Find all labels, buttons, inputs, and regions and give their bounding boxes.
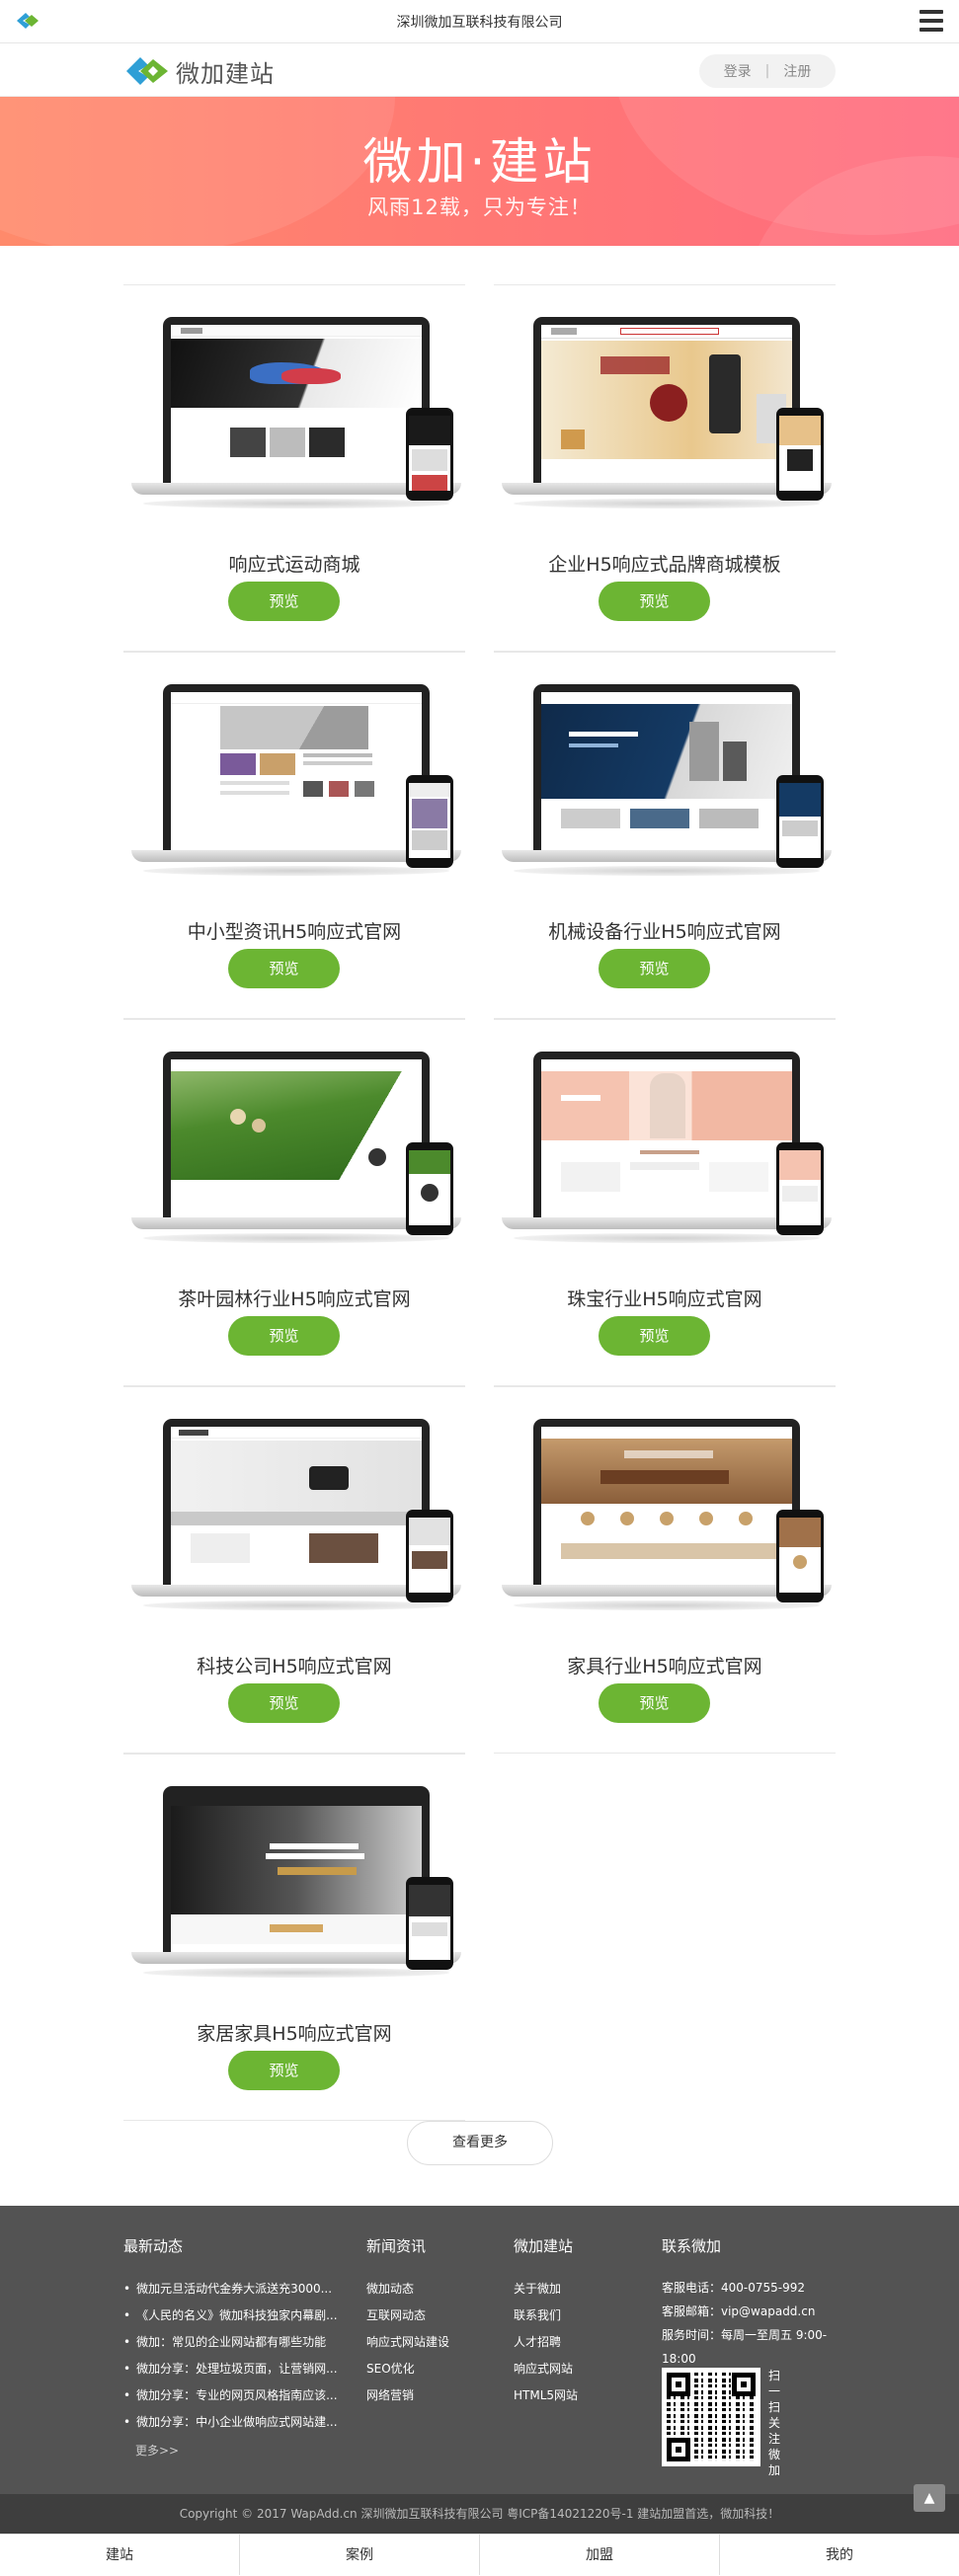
nav-cases[interactable]: 案例 — [240, 2535, 480, 2575]
news-link[interactable]: 《人民的名义》微加科技独家内幕剧... — [123, 2303, 337, 2329]
template-card: 茶叶园林行业H5响应式官网 预览 — [123, 1019, 465, 1386]
footer-weijia-heading: 微加建站 — [514, 2237, 574, 2255]
template-preview-image[interactable] — [123, 317, 465, 534]
footer-news-heading: 最新动态 — [123, 2237, 184, 2255]
nav-build[interactable]: 建站 — [0, 2535, 240, 2575]
contact-phone: 客服电话：400-0755-992 — [662, 2281, 806, 2295]
template-preview-image[interactable] — [494, 317, 836, 534]
news-link[interactable]: 微加分享：处理垃圾页面，让营销网... — [123, 2356, 337, 2382]
preview-button[interactable]: 预览 — [228, 2051, 340, 2090]
preview-button[interactable]: 预览 — [599, 582, 710, 621]
qr-code-icon — [662, 2368, 760, 2466]
template-card: 机械设备行业H5响应式官网 预览 — [494, 652, 836, 1019]
info-link[interactable]: SEO优化 — [366, 2356, 449, 2382]
template-preview-image[interactable] — [494, 1419, 836, 1636]
footer: 最新动态 微加元旦活动代金券大派送充3000... 《人民的名义》微加科技独家内… — [0, 2206, 959, 2494]
qr-label: 扫一扫关注微加 — [768, 2369, 781, 2477]
nav-mine[interactable]: 我的 — [720, 2535, 959, 2575]
bottom-nav: 建站 案例 加盟 我的 — [0, 2534, 959, 2575]
logo-text: 微加建站 — [176, 59, 275, 88]
copyright: Copyright © 2017 WapAdd.cn 深圳微加互联科技有限公司 … — [0, 2494, 959, 2534]
top-bar: 深圳微加互联科技有限公司 — [0, 0, 959, 43]
logo-mark-icon — [126, 57, 168, 85]
info-link[interactable]: 互联网动态 — [366, 2303, 449, 2329]
contact-email: 客服邮箱：vip@wapadd.cn — [662, 2304, 816, 2318]
weijia-link[interactable]: HTML5网站 — [514, 2382, 578, 2409]
menu-icon[interactable] — [919, 10, 943, 32]
template-title: 珠宝行业H5响应式官网 — [567, 1288, 762, 1310]
header: 微加建站 登录 | 注册 — [0, 44, 959, 97]
preview-button[interactable]: 预览 — [228, 582, 340, 621]
weijia-link[interactable]: 联系我们 — [514, 2303, 578, 2329]
info-link[interactable]: 微加动态 — [366, 2276, 449, 2303]
news-link[interactable]: 微加分享：专业的网页风格指南应该... — [123, 2382, 337, 2409]
contact-hours: 服务时间：每周一至周五 9:00-18:00 — [662, 2328, 828, 2366]
template-title: 家居家具H5响应式官网 — [197, 2023, 392, 2045]
news-link[interactable]: 微加：常见的企业网站都有哪些功能 — [123, 2329, 338, 2356]
template-title: 响应式运动商城 — [228, 554, 360, 576]
template-title: 机械设备行业H5响应式官网 — [548, 921, 781, 943]
template-title: 茶叶园林行业H5响应式官网 — [178, 1288, 411, 1310]
footer-contact-heading: 联系微加 — [662, 2237, 722, 2255]
news-link[interactable]: 微加分享：中小企业做响应式网站建... — [123, 2409, 337, 2436]
template-title: 企业H5响应式品牌商城模板 — [548, 554, 781, 576]
footer-contact: 联系微加 客服电话：400-0755-992 客服邮箱：vip@wapadd.c… — [662, 2235, 830, 2371]
template-title: 家具行业H5响应式官网 — [567, 1656, 762, 1678]
template-preview-image[interactable] — [123, 684, 465, 901]
preview-button[interactable]: 预览 — [599, 949, 710, 988]
view-more-button[interactable]: 查看更多 — [407, 2121, 553, 2165]
preview-button[interactable]: 预览 — [228, 949, 340, 988]
template-card: 科技公司H5响应式官网 预览 — [123, 1386, 465, 1754]
weijia-link[interactable]: 响应式网站 — [514, 2356, 578, 2382]
template-preview-image[interactable] — [494, 1052, 836, 1269]
preview-button[interactable]: 预览 — [599, 1316, 710, 1356]
arrow-up-icon[interactable]: ▲ — [914, 2484, 945, 2512]
footer-info: 新闻资讯 微加动态 互联网动态 响应式网站建设 SEO优化 网络营销 — [366, 2235, 449, 2409]
template-card: 家居家具H5响应式官网 预览 — [123, 1754, 465, 2121]
preview-button[interactable]: 预览 — [228, 1683, 340, 1723]
template-preview-image[interactable] — [123, 1786, 465, 2003]
template-card: 珠宝行业H5响应式官网 预览 — [494, 1019, 836, 1386]
template-preview-image[interactable] — [123, 1419, 465, 1636]
news-more-link[interactable]: 更多>> — [123, 2436, 338, 2465]
register-link[interactable]: 注册 — [783, 61, 811, 81]
footer-weijia: 微加建站 关于微加 联系我们 人才招聘 响应式网站 HTML5网站 — [514, 2235, 578, 2409]
template-card: 响应式运动商城 预览 — [123, 284, 465, 652]
template-card: 企业H5响应式品牌商城模板 预览 — [494, 284, 836, 652]
template-card: 家具行业H5响应式官网 预览 — [494, 1386, 836, 1754]
auth-separator: | — [764, 63, 770, 79]
hero-banner: 微加·建站 风雨12载，只为专注！ — [0, 97, 959, 246]
logo[interactable]: 微加建站 — [124, 52, 275, 90]
login-link[interactable]: 登录 — [724, 61, 752, 81]
template-title: 科技公司H5响应式官网 — [197, 1656, 392, 1678]
preview-button[interactable]: 预览 — [599, 1683, 710, 1723]
nav-join[interactable]: 加盟 — [480, 2535, 720, 2575]
template-preview-image[interactable] — [494, 684, 836, 901]
footer-info-heading: 新闻资讯 — [366, 2237, 427, 2255]
template-title: 中小型资讯H5响应式官网 — [187, 921, 402, 943]
info-link[interactable]: 网络营销 — [366, 2382, 449, 2409]
template-preview-image[interactable] — [123, 1052, 465, 1269]
template-card: 中小型资讯H5响应式官网 预览 — [123, 652, 465, 1019]
weijia-link[interactable]: 关于微加 — [514, 2276, 578, 2303]
auth-group: 登录 | 注册 — [699, 54, 836, 88]
preview-button[interactable]: 预览 — [228, 1316, 340, 1356]
info-link[interactable]: 响应式网站建设 — [366, 2329, 449, 2356]
site-title: 深圳微加互联科技有限公司 — [396, 15, 563, 31]
weijia-link[interactable]: 人才招聘 — [514, 2329, 578, 2356]
news-link[interactable]: 微加元旦活动代金券大派送充3000... — [123, 2276, 338, 2303]
banner-subtitle: 风雨12载，只为专注！ — [367, 195, 592, 219]
footer-news: 最新动态 微加元旦活动代金券大派送充3000... 《人民的名义》微加科技独家内… — [123, 2235, 338, 2465]
banner-title: 微加·建站 — [362, 133, 597, 191]
